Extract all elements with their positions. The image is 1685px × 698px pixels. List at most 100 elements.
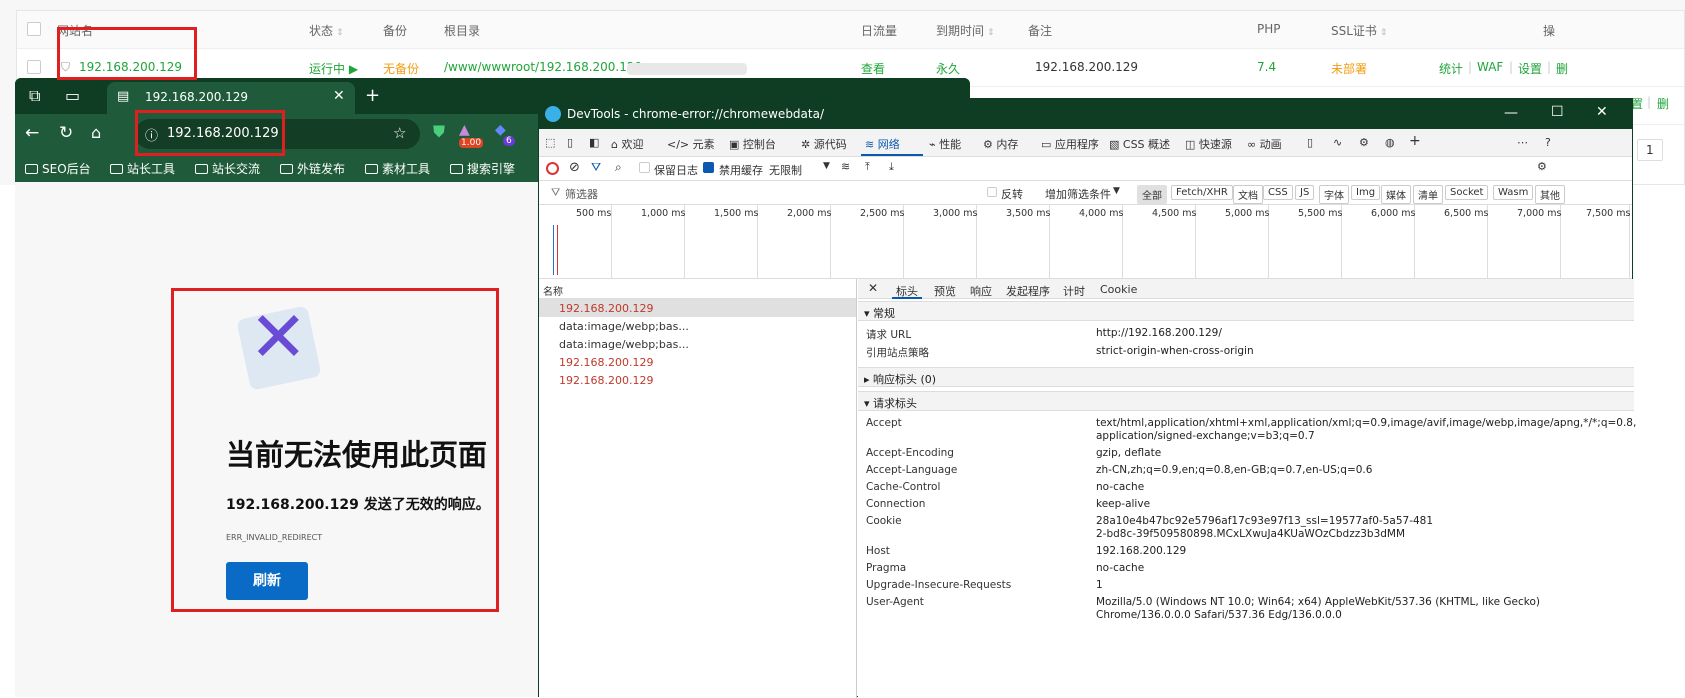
download-icon[interactable]: ⤓ xyxy=(889,160,894,174)
col-expire[interactable]: 到期时间 ⇕ xyxy=(936,22,995,39)
type-filter-other[interactable]: 其他 xyxy=(1535,185,1565,204)
general-section[interactable]: ▾ 常规 xyxy=(858,301,1634,321)
tab-css-overview[interactable]: ▧ CSS 概述 xyxy=(1109,136,1170,152)
invert-checkbox[interactable] xyxy=(987,187,997,197)
request-headers-section[interactable]: ▾ 请求标头 xyxy=(858,391,1634,411)
note-value[interactable]: 192.168.200.129 xyxy=(1035,60,1138,74)
col-status[interactable]: 状态 ⇕ xyxy=(309,22,344,39)
shield-extension-icon[interactable]: ⛊ xyxy=(433,124,445,140)
bookmark-folder[interactable]: 素材工具 xyxy=(365,160,430,177)
network-settings-icon[interactable]: ⚙ xyxy=(1537,160,1547,173)
filter-icon[interactable]: ⛛ xyxy=(591,160,601,175)
row-checkbox[interactable] xyxy=(27,60,41,74)
bookmark-folder[interactable]: 搜索引擎 xyxy=(450,160,515,177)
tab-quick-source[interactable]: ◫ 快速源 xyxy=(1185,136,1232,152)
disable-cache-checkbox[interactable] xyxy=(703,162,714,173)
workspaces-icon[interactable]: ⧉ xyxy=(29,88,40,104)
refresh-button[interactable]: 刷新 xyxy=(226,562,308,600)
col-ssl[interactable]: SSL证书 ⇕ xyxy=(1331,22,1387,39)
op-settings[interactable]: 设置 xyxy=(1518,60,1542,77)
tab-cookie[interactable]: Cookie xyxy=(1100,283,1137,296)
bookmark-folder[interactable]: 站长工具 xyxy=(110,160,175,177)
select-all-checkbox[interactable] xyxy=(27,22,41,36)
close-window-icon[interactable]: ✕ xyxy=(1596,104,1608,120)
dock-icon[interactable]: ◧ xyxy=(589,136,599,149)
root-dir-link[interactable]: /www/wwwroot/192.168.200.129 xyxy=(444,60,642,74)
ssl-status[interactable]: 未部署 xyxy=(1331,60,1367,77)
type-filter-wasm[interactable]: Wasm xyxy=(1493,185,1534,200)
address-bar[interactable]: ⓘ 192.168.200.129 ☆ xyxy=(135,119,420,149)
tab-console[interactable]: ▣ 控制台 xyxy=(729,136,776,152)
list-item[interactable]: data:image/webp;bas... xyxy=(539,335,856,353)
tab-sources[interactable]: ✲ 源代码 xyxy=(801,136,847,152)
close-detail-icon[interactable]: ✕ xyxy=(868,281,878,295)
record-icon[interactable] xyxy=(546,162,559,175)
status-running[interactable]: 运行中 ▶ xyxy=(309,60,358,77)
op-delete[interactable]: 删 xyxy=(1556,60,1568,77)
device-toolbar-icon[interactable]: ▯ xyxy=(567,136,573,149)
tab-memory[interactable]: ⚙ 内存 xyxy=(983,136,1018,152)
clear-icon[interactable]: ⊘ xyxy=(569,160,580,175)
tab-timing[interactable]: 计时 xyxy=(1063,283,1085,299)
list-item[interactable]: data:image/webp;bas... xyxy=(539,317,856,335)
inspect-icon[interactable]: ⬚ xyxy=(545,136,555,149)
tab-preview[interactable]: 预览 xyxy=(934,283,956,299)
response-headers-section[interactable]: ▸ 响应标头 (0) xyxy=(858,367,1634,387)
favorite-star-icon[interactable]: ☆ xyxy=(393,124,406,142)
type-filter-manifest[interactable]: 清单 xyxy=(1413,185,1443,204)
extension-icon[interactable]: ◆ xyxy=(495,122,506,138)
bookmark-folder[interactable]: SEO后台 xyxy=(25,160,91,177)
wifi-icon[interactable]: ≋ xyxy=(841,160,850,173)
tab-animations[interactable]: ∞ 动画 xyxy=(1247,136,1282,152)
type-filter-socket[interactable]: Socket xyxy=(1445,185,1489,200)
url-text[interactable]: 192.168.200.129 xyxy=(167,126,279,141)
tab-elements[interactable]: </> 元素 xyxy=(667,136,715,152)
tab-welcome[interactable]: ⌂ 欢迎 xyxy=(611,136,643,152)
preserve-log-checkbox[interactable] xyxy=(639,162,650,173)
chevron-down-icon[interactable]: ▼ xyxy=(1113,186,1120,196)
type-filter-js[interactable]: JS xyxy=(1295,185,1315,200)
minimize-icon[interactable]: — xyxy=(1504,105,1518,121)
tab-performance[interactable]: ⌁ 性能 xyxy=(929,136,961,152)
settings-cog-icon[interactable]: ⚙ xyxy=(1359,136,1369,149)
device-icon[interactable]: ▯ xyxy=(1307,136,1313,149)
type-filter-xhr[interactable]: Fetch/XHR xyxy=(1171,185,1233,200)
type-filter-media[interactable]: 媒体 xyxy=(1381,185,1411,204)
more-filters-button[interactable]: 增加筛选条件 xyxy=(1045,186,1111,202)
expire-value[interactable]: 永久 xyxy=(936,60,960,77)
site-name-link[interactable]: 192.168.200.129 xyxy=(79,60,182,74)
type-filter-css[interactable]: CSS xyxy=(1263,185,1293,200)
network-globe-icon[interactable]: ◍ xyxy=(1385,136,1395,149)
tab-network[interactable]: ≋ 网络 xyxy=(865,136,900,152)
type-filter-img[interactable]: Img xyxy=(1351,185,1381,200)
list-item[interactable]: 192.168.200.129 xyxy=(539,299,856,317)
back-icon[interactable]: ← xyxy=(25,125,39,142)
home-icon[interactable]: ⌂ xyxy=(91,125,101,141)
browser-tab[interactable]: ▤ 192.168.200.129 ✕ xyxy=(107,82,355,114)
pager-page[interactable]: 1 xyxy=(1637,139,1663,161)
list-item[interactable]: 192.168.200.129 xyxy=(539,371,856,389)
pulse-icon[interactable]: ∿ xyxy=(1333,136,1342,149)
tab-actions-icon[interactable]: ▭ xyxy=(65,88,80,104)
info-icon[interactable]: ⓘ xyxy=(145,125,158,144)
help-icon[interactable]: ? xyxy=(1545,136,1551,149)
bookmark-folder[interactable]: 外链发布 xyxy=(280,160,345,177)
close-tab-icon[interactable]: ✕ xyxy=(333,88,345,104)
tab-application[interactable]: ▭ 应用程序 xyxy=(1041,136,1099,152)
col-site[interactable]: 网站名 xyxy=(57,22,93,39)
tab-response[interactable]: 响应 xyxy=(970,283,992,299)
type-filter-doc[interactable]: 文档 xyxy=(1233,185,1263,204)
php-version[interactable]: 7.4 xyxy=(1257,60,1276,74)
backup-status[interactable]: 无备份 xyxy=(383,60,419,77)
throttle-select[interactable]: 无限制 xyxy=(769,162,802,178)
op-stats[interactable]: 统计 xyxy=(1439,60,1463,77)
refresh-icon[interactable]: ↻ xyxy=(59,125,73,142)
new-tab-icon[interactable]: + xyxy=(365,87,380,105)
bookmark-folder[interactable]: 站长交流 xyxy=(195,160,260,177)
upload-icon[interactable]: ⤒ xyxy=(865,160,870,174)
traffic-view-link[interactable]: 查看 xyxy=(861,60,885,77)
chevron-down-icon[interactable]: ▼ xyxy=(823,161,830,171)
filter-input[interactable]: 筛选器 xyxy=(565,186,598,202)
op-waf[interactable]: WAF xyxy=(1477,60,1503,74)
more-options-icon[interactable]: ⋯ xyxy=(1517,136,1528,149)
